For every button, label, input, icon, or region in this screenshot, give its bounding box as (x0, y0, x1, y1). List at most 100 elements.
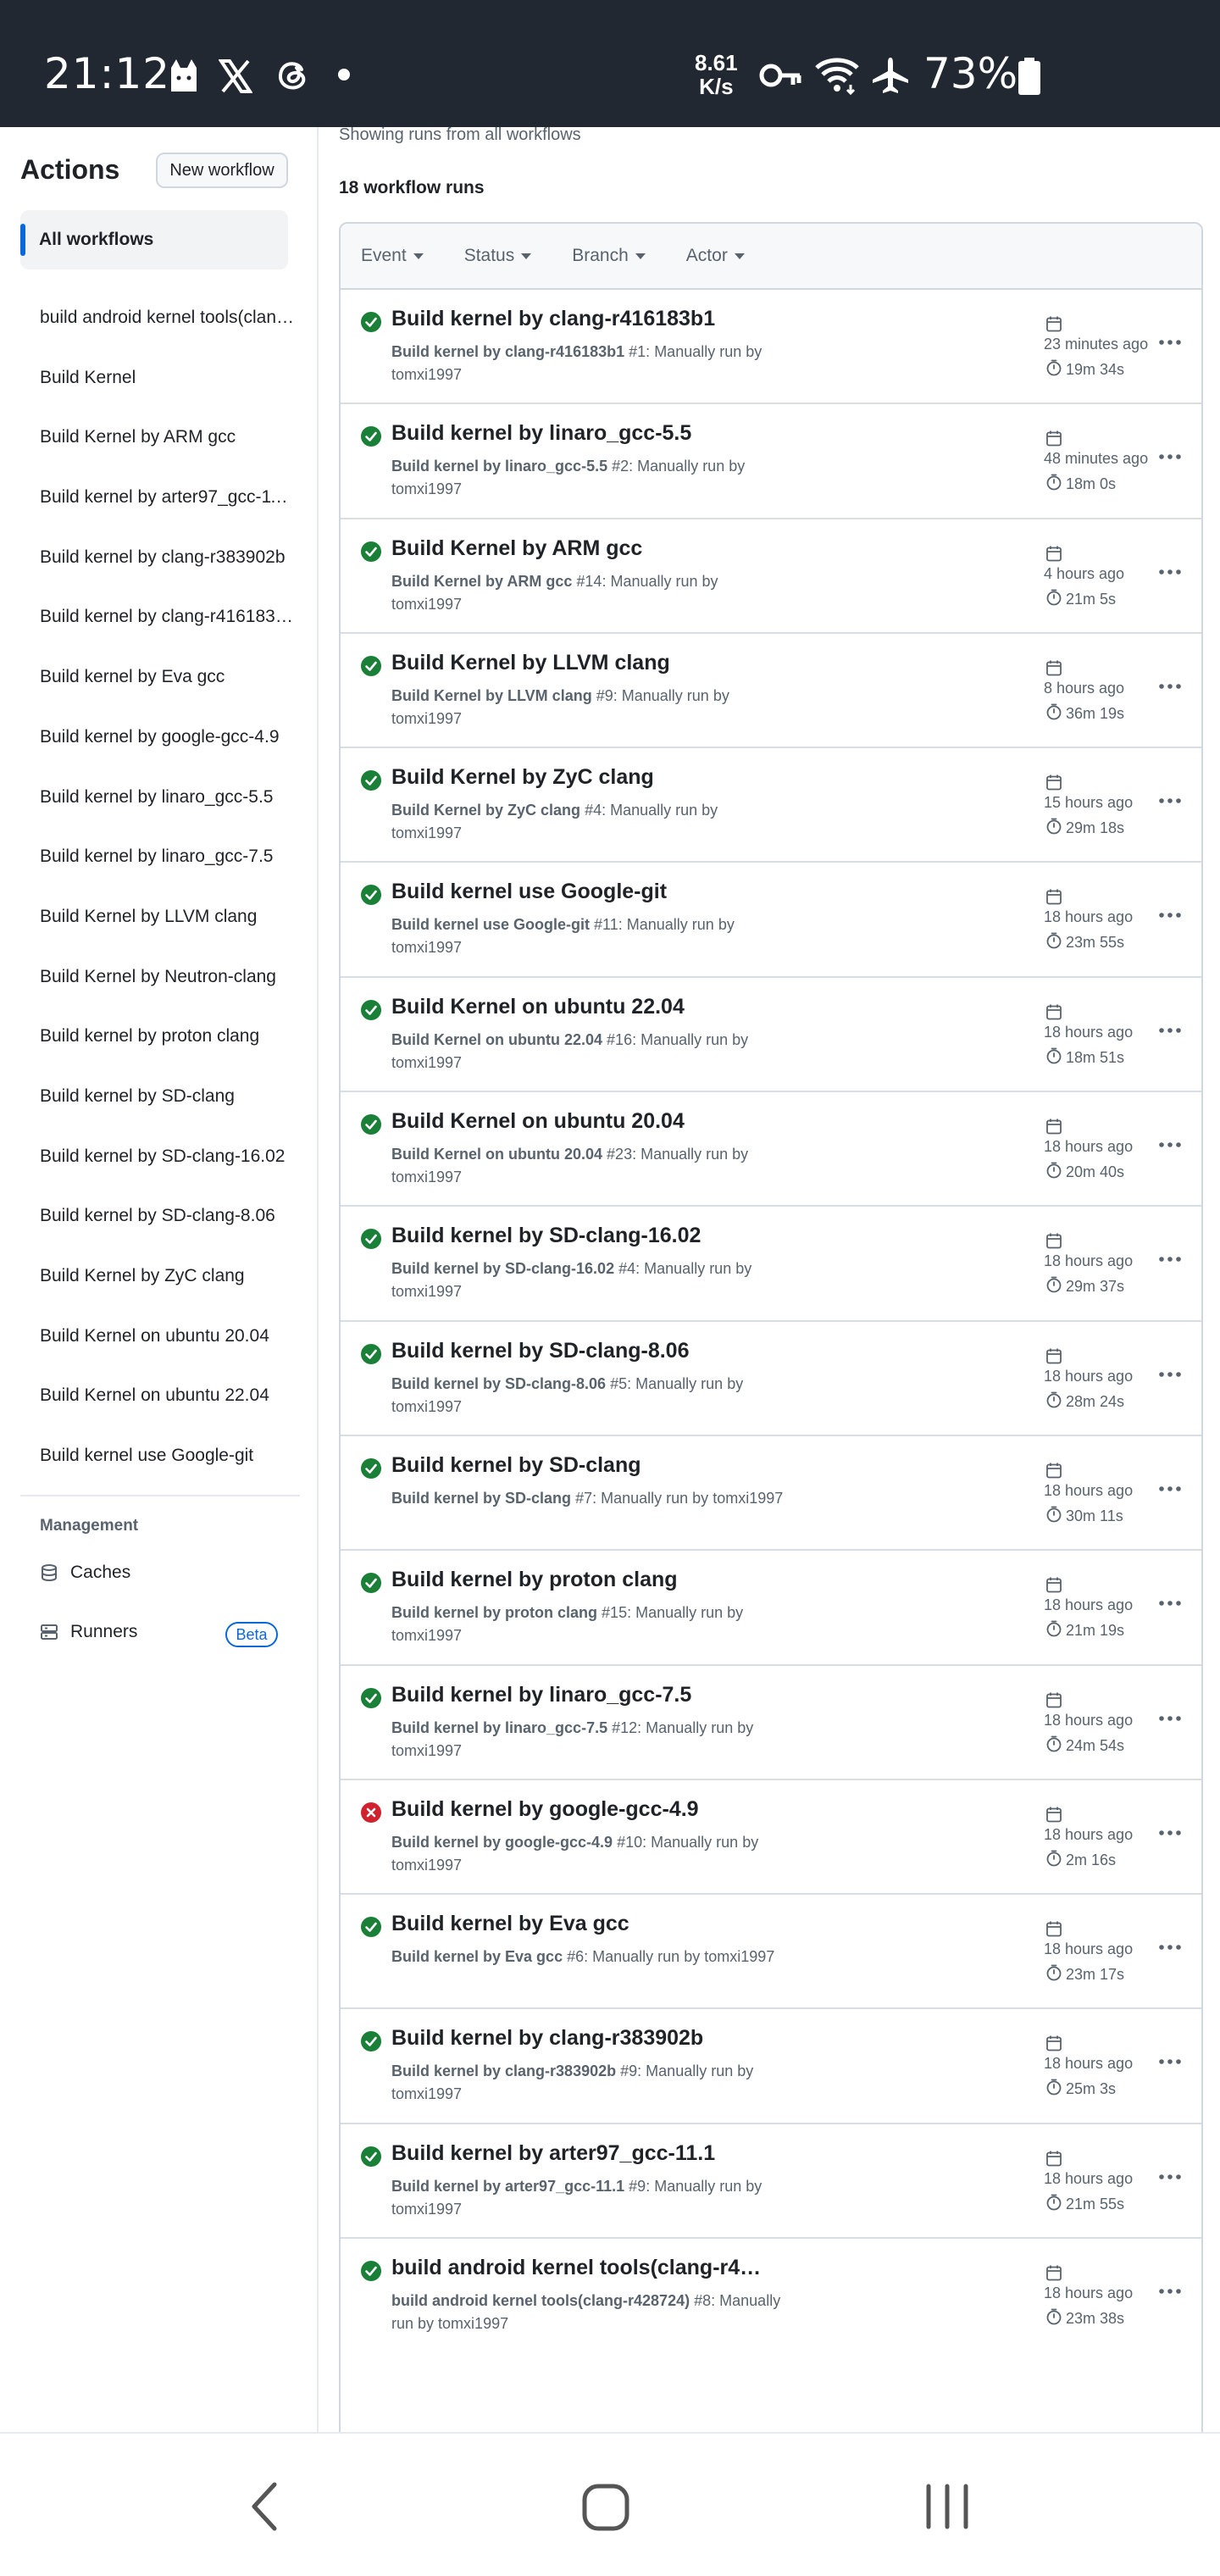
sidebar-workflow-item[interactable]: Build kernel by SD-clang-16.02 (40, 1127, 294, 1187)
kebab-menu-icon[interactable] (1157, 2283, 1183, 2300)
workflow-run-row[interactable]: Build kernel by Eva gcc Build kernel by E… (341, 1895, 1201, 2010)
kebab-menu-icon[interactable] (1157, 564, 1183, 580)
filter-actor-dropdown[interactable]: Actor (686, 246, 745, 266)
sidebar-workflow-item[interactable]: Build kernel by google-gcc-4.9 (40, 708, 294, 768)
sidebar-workflow-item[interactable]: Build kernel by linaro_gcc-7.5 (40, 827, 294, 887)
run-actor[interactable]: tomxi1997 (391, 1169, 462, 1185)
run-actor[interactable]: tomxi1997 (391, 824, 462, 841)
run-actor[interactable]: tomxi1997 (391, 1054, 462, 1071)
kebab-menu-icon[interactable] (1157, 907, 1183, 924)
runners-item[interactable]: Runners (40, 1622, 137, 1642)
run-actor[interactable]: tomxi1997 (391, 939, 462, 956)
run-actor[interactable]: tomxi1997 (391, 1283, 462, 1300)
kebab-menu-icon[interactable] (1157, 792, 1183, 809)
sidebar-workflow-item[interactable]: Build kernel by linaro_gcc-5.5 (40, 768, 294, 828)
run-title[interactable]: Build kernel by SD-clang (391, 1453, 641, 1478)
run-actor[interactable]: tomxi1997 (391, 1857, 462, 1874)
run-actor[interactable]: tomxi1997 (438, 2315, 508, 2332)
run-title[interactable]: Build Kernel by LLVM clang (391, 651, 670, 675)
sidebar-workflow-item[interactable]: Build Kernel on ubuntu 20.04 (40, 1307, 294, 1367)
sidebar-workflow-item[interactable]: Build kernel by proton clang (40, 1007, 294, 1067)
workflow-run-row[interactable]: Build kernel by linaro_gcc-5.5 Build kern… (341, 404, 1201, 519)
run-title[interactable]: Build kernel by proton clang (391, 1568, 678, 1592)
home-icon[interactable] (581, 2483, 630, 2532)
run-title[interactable]: Build kernel by clang-r383902b (391, 2026, 703, 2051)
workflow-run-row[interactable]: Build Kernel by LLVM clang Build Kernel b… (341, 634, 1201, 749)
run-actor[interactable]: tomxi1997 (391, 1627, 462, 1644)
run-actor[interactable]: tomxi1997 (391, 480, 462, 497)
kebab-menu-icon[interactable] (1157, 2053, 1183, 2070)
run-title[interactable]: Build kernel by clang-r416183b1 (391, 307, 715, 331)
workflow-run-row[interactable]: Build kernel use Google-git Build kernel … (341, 863, 1201, 978)
sidebar-workflow-item[interactable]: Build kernel by Eva gcc (40, 647, 294, 708)
workflow-run-row[interactable]: Build kernel by SD-clang-8.06 Build kerne… (341, 1322, 1201, 1436)
run-actor[interactable]: tomxi1997 (391, 710, 462, 727)
kebab-menu-icon[interactable] (1157, 1251, 1183, 1268)
run-actor[interactable]: tomxi1997 (391, 366, 462, 383)
workflow-run-row[interactable]: build android kernel tools(clang-r428724… (341, 2239, 1201, 2353)
kebab-menu-icon[interactable] (1157, 1595, 1183, 1612)
sidebar-workflow-item[interactable]: Build Kernel by ARM gcc (40, 408, 294, 468)
caches-item[interactable]: Caches (40, 1563, 130, 1583)
run-actor[interactable]: tomxi1997 (713, 1490, 783, 1507)
run-title[interactable]: Build kernel by Eva gcc (391, 1912, 629, 1936)
filter-event-dropdown[interactable]: Event (361, 246, 424, 266)
filter-branch-dropdown[interactable]: Branch (572, 246, 646, 266)
run-title[interactable]: Build kernel by linaro_gcc-7.5 (391, 1683, 691, 1707)
sidebar-workflow-item[interactable]: Build Kernel on ubuntu 22.04 (40, 1366, 294, 1426)
sidebar-workflow-item[interactable]: Build kernel use Google-git (40, 1426, 294, 1486)
run-title[interactable]: Build Kernel by ZyC clang (391, 765, 654, 790)
sidebar-workflow-item[interactable]: Build kernel by arter97_gcc-11.1 (40, 468, 294, 528)
kebab-menu-icon[interactable] (1157, 2168, 1183, 2185)
kebab-menu-icon[interactable] (1157, 1136, 1183, 1153)
kebab-menu-icon[interactable] (1157, 1939, 1183, 1956)
sidebar-workflow-item[interactable]: Build kernel by SD-clang (40, 1067, 294, 1127)
sidebar-workflow-item[interactable]: build android kernel tools(clang-r428724… (40, 288, 294, 348)
run-title[interactable]: Build kernel by google-gcc-4.9 (391, 1797, 699, 1822)
kebab-menu-icon[interactable] (1157, 1824, 1183, 1841)
workflow-run-row[interactable]: Build Kernel on ubuntu 20.04 Build Kernel… (341, 1092, 1201, 1208)
workflow-run-row[interactable]: Build kernel by linaro_gcc-7.5 Build kern… (341, 1666, 1201, 1780)
run-actor[interactable]: tomxi1997 (391, 2085, 462, 2102)
run-title[interactable]: Build kernel use Google-git (391, 880, 667, 904)
kebab-menu-icon[interactable] (1157, 1710, 1183, 1727)
run-actor[interactable]: tomxi1997 (704, 1948, 774, 1965)
kebab-menu-icon[interactable] (1157, 448, 1183, 465)
run-title[interactable]: Build Kernel on ubuntu 20.04 (391, 1109, 685, 1134)
run-actor[interactable]: tomxi1997 (391, 1398, 462, 1415)
sidebar-workflow-item[interactable]: Build kernel by clang-r416183b1 (40, 587, 294, 647)
workflow-run-row[interactable]: Build kernel by arter97_gcc-11.1 Build ke… (341, 2124, 1201, 2240)
run-title[interactable]: build android kernel tools(clang-r428724… (391, 2256, 773, 2280)
run-title[interactable]: Build kernel by SD-clang-8.06 (391, 1339, 690, 1363)
workflow-run-row[interactable]: Build Kernel on ubuntu 22.04 Build Kernel… (341, 978, 1201, 1093)
workflow-run-row[interactable]: Build Kernel by ARM gcc Build Kernel by A… (341, 519, 1201, 634)
run-title[interactable]: Build Kernel on ubuntu 22.04 (391, 995, 685, 1019)
kebab-menu-icon[interactable] (1157, 1366, 1183, 1383)
workflow-run-row[interactable]: Build kernel by google-gcc-4.9 Build kern… (341, 1780, 1201, 1896)
workflow-run-row[interactable]: Build kernel by SD-clang-16.02 Build kern… (341, 1207, 1201, 1322)
run-title[interactable]: Build Kernel by ARM gcc (391, 536, 642, 561)
kebab-menu-icon[interactable] (1157, 1022, 1183, 1039)
filter-status-dropdown[interactable]: Status (464, 246, 532, 266)
sidebar-workflow-item[interactable]: Build Kernel (40, 348, 294, 408)
run-actor[interactable]: tomxi1997 (391, 1742, 462, 1759)
sidebar-workflow-item[interactable]: Build kernel by SD-clang-8.06 (40, 1186, 294, 1246)
run-title[interactable]: Build kernel by linaro_gcc-5.5 (391, 421, 691, 446)
workflow-run-row[interactable]: Build kernel by clang-r416183b1 Build ker… (341, 290, 1201, 405)
kebab-menu-icon[interactable] (1157, 678, 1183, 695)
run-title[interactable]: Build kernel by arter97_gcc-11.1 (391, 2141, 715, 2166)
kebab-menu-icon[interactable] (1157, 334, 1183, 351)
workflow-run-row[interactable]: Build Kernel by ZyC clang Build Kernel by… (341, 748, 1201, 863)
run-actor[interactable]: tomxi1997 (391, 596, 462, 613)
workflow-run-row[interactable]: Build kernel by clang-r383902b Build kern… (341, 2009, 1201, 2124)
new-workflow-button[interactable]: New workflow (156, 153, 288, 188)
workflow-run-row[interactable]: Build kernel by SD-clang Build kernel by … (341, 1436, 1201, 1552)
sidebar-workflow-item[interactable]: Build kernel by clang-r383902b (40, 528, 294, 588)
sidebar-workflow-item[interactable]: Build Kernel by ZyC clang (40, 1246, 294, 1307)
run-actor[interactable]: tomxi1997 (391, 2201, 462, 2218)
recents-icon[interactable] (923, 2483, 971, 2530)
kebab-menu-icon[interactable] (1157, 1480, 1183, 1497)
sidebar-workflow-item[interactable]: Build Kernel by Neutron-clang (40, 947, 294, 1008)
back-icon[interactable] (244, 2481, 286, 2532)
sidebar-workflow-item[interactable]: Build Kernel by LLVM clang (40, 887, 294, 947)
